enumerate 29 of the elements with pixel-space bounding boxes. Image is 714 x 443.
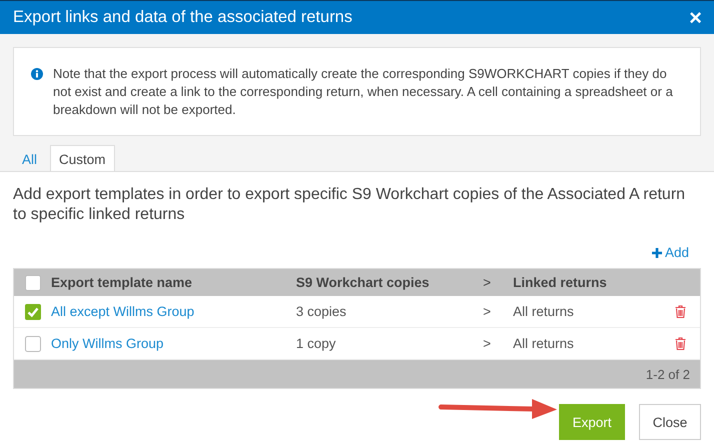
trash-icon[interactable] [675, 337, 686, 350]
info-icon [31, 68, 43, 80]
pagination-text: 1-2 of 2 [646, 366, 690, 382]
checkbox[interactable] [25, 336, 41, 352]
column-header: Linked returns [513, 275, 608, 290]
tab[interactable]: Custom [50, 145, 115, 172]
notice-text: Note that the export process will automatically create the corresponding S9WORKCHART copies if they do not exist and create a link to the corresponding return, when necessary. A cell containing a spreadsheet or a breakdown will not be exported. [53, 65, 674, 119]
column-header: S9 Workchart copies [296, 275, 430, 290]
trash-icon[interactable] [675, 305, 686, 318]
close-button[interactable]: × [689, 6, 702, 28]
chevron[interactable]: > [483, 336, 513, 351]
description-text: Add export templates in order to export specific S9 Workchart copies of the Associated A return to specific linked returns [13, 185, 686, 225]
copies-cell-text: 3 copies [296, 304, 348, 319]
chevron[interactable]: > [483, 304, 513, 319]
linked-returns-cell-text: All returns [513, 336, 575, 351]
template-name-link[interactable]: Only Willms Group [51, 336, 296, 351]
export-button[interactable]: Export [559, 404, 625, 440]
copies-cell-text: 1 copy [296, 336, 337, 351]
linked-returns-cell-text: All returns [513, 304, 575, 319]
add-button[interactable]: Add [652, 245, 689, 260]
template-name-link[interactable]: All except Willms Group [51, 304, 296, 319]
column-header: Export template name [51, 275, 194, 290]
column-header: > [483, 275, 492, 290]
close-button[interactable]: Close [639, 404, 701, 440]
tab[interactable]: All [13, 146, 46, 171]
plus-icon [652, 248, 662, 258]
window-title: Export links and data of the associated returns [13, 8, 352, 27]
checkbox[interactable] [25, 304, 41, 320]
checkbox[interactable] [25, 274, 41, 290]
